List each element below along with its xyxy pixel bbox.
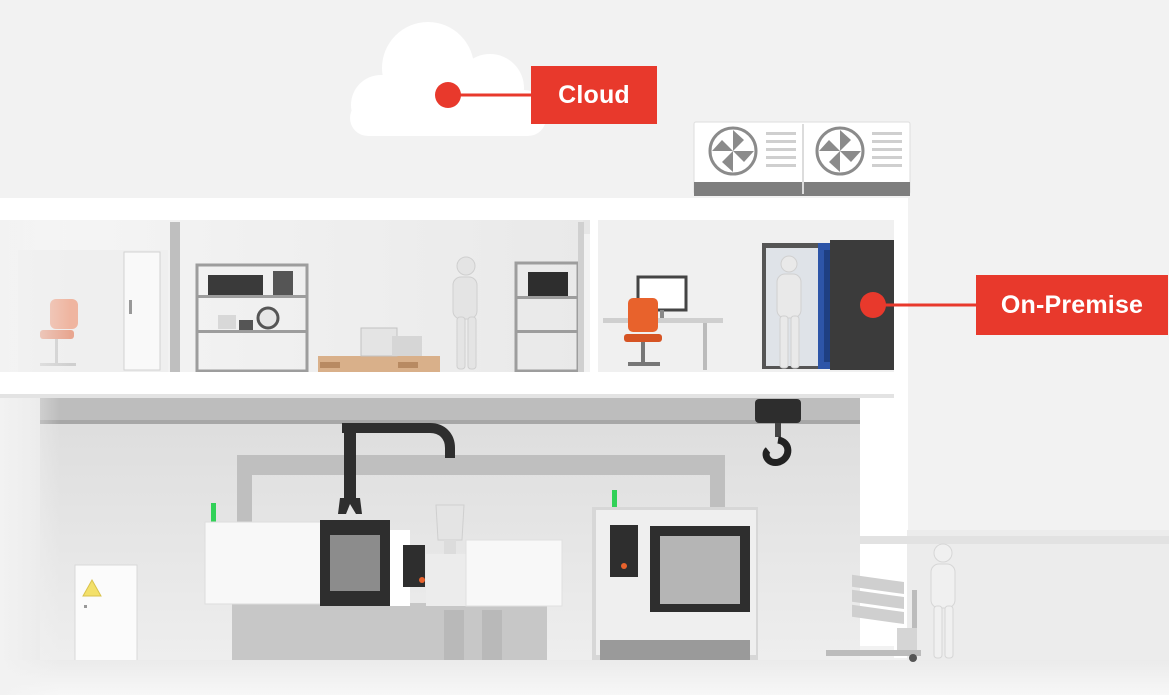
server-room: [590, 220, 894, 372]
wall-louvers: [852, 574, 904, 625]
on-premise-label: On-Premise: [976, 275, 1168, 335]
status-light: [211, 503, 216, 524]
status-light: [612, 490, 617, 508]
cloud-label: Cloud: [531, 66, 657, 124]
fan-icon: [815, 126, 865, 176]
roof-fan-units: [693, 121, 911, 196]
cnc-machine: [592, 507, 758, 660]
fan-icon: [708, 126, 758, 176]
upper-storage-room: [0, 220, 584, 373]
electrical-cabinet: [74, 564, 138, 662]
